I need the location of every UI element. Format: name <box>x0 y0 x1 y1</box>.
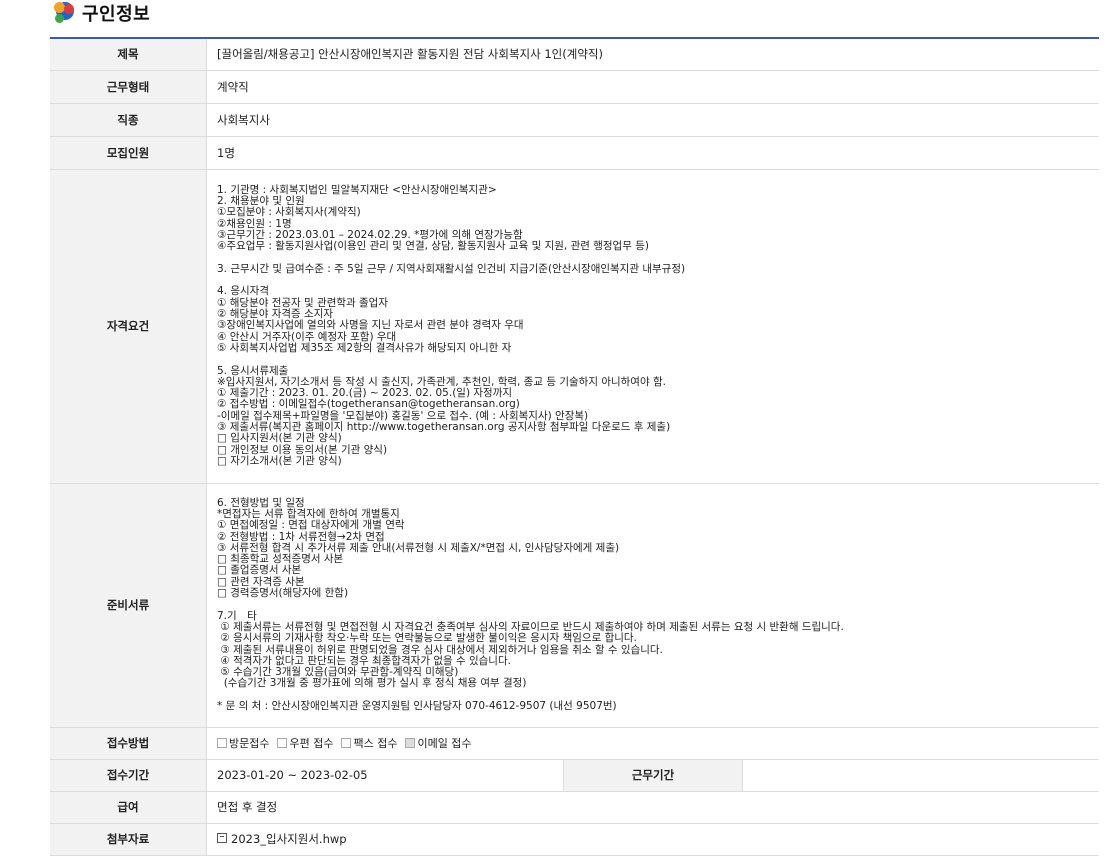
value-job: 사회복지사 <box>206 103 1099 137</box>
attachment-link[interactable]: 2023_입사지원서.hwp <box>231 832 347 846</box>
label-documents: 준비서류 <box>50 483 207 728</box>
section-title: 구인정보 <box>82 4 151 25</box>
row-job: 직종 사회복지사 <box>50 103 1099 137</box>
option-fax-label: 팩스 접수 <box>353 737 398 750</box>
label-period: 접수기간 <box>50 759 207 792</box>
checkbox-fax[interactable] <box>341 738 352 748</box>
label-job: 직종 <box>50 103 207 137</box>
row-documents: 준비서류 6. 전형방법 및 일정 *면접자는 서류 합격자에 한하여 개별통지… <box>50 483 1099 728</box>
row-title: 제목 [끌어올림/채용공고] 안산시장애인복지관 활동지원 전담 사회복지사 1… <box>50 38 1099 71</box>
value-salary: 면접 후 결정 <box>206 791 1099 824</box>
colorful-dots-logo-icon <box>54 2 76 24</box>
row-salary: 급여 면접 후 결정 <box>50 791 1099 824</box>
label-recruits: 모집인원 <box>50 136 207 170</box>
option-mail-label: 우편 접수 <box>289 737 334 750</box>
label-title: 제목 <box>50 38 207 71</box>
checkbox-mail[interactable] <box>277 738 288 748</box>
value-work-period <box>742 759 1099 792</box>
row-employment: 근무형태 계약직 <box>50 70 1099 104</box>
value-recruits: 1명 <box>206 136 1099 170</box>
checkbox-email[interactable] <box>405 738 416 748</box>
row-recruits: 모집인원 1명 <box>50 136 1099 170</box>
checkbox-visit[interactable] <box>217 738 227 748</box>
file-icon <box>217 833 227 843</box>
value-attachment: 2023_입사지원서.hwp <box>206 823 1099 856</box>
value-qualifications: 1. 기관명 : 사회복지법인 밀알복지재단 <안산시장애인복지관> 2. 채용… <box>206 169 1099 484</box>
label-salary: 급여 <box>50 791 207 824</box>
row-method: 접수방법 방문접수 우편 접수 팩스 접수 이메일 접수 <box>50 727 1099 760</box>
label-employment: 근무형태 <box>50 70 207 104</box>
job-info-table: 제목 [끌어올림/채용공고] 안산시장애인복지관 활동지원 전담 사회복지사 1… <box>50 37 1099 856</box>
value-title: [끌어올림/채용공고] 안산시장애인복지관 활동지원 전담 사회복지사 1인(계… <box>206 38 1099 71</box>
row-attachment: 첨부자료 2023_입사지원서.hwp <box>50 823 1099 856</box>
value-documents: 6. 전형방법 및 일정 *면접자는 서류 합격자에 한하여 개별통지 ① 면접… <box>206 483 1099 728</box>
label-attachment: 첨부자료 <box>50 823 207 856</box>
row-period: 접수기간 2023-01-20 ~ 2023-02-05 근무기간 <box>50 759 1099 792</box>
value-period: 2023-01-20 ~ 2023-02-05 <box>206 759 564 792</box>
label-method: 접수방법 <box>50 727 207 760</box>
value-employment: 계약직 <box>206 70 1099 104</box>
value-method: 방문접수 우편 접수 팩스 접수 이메일 접수 <box>206 727 1099 760</box>
section-header: 구인정보 <box>54 0 150 26</box>
row-qualifications: 자격요건 1. 기관명 : 사회복지법인 밀알복지재단 <안산시장애인복지관> … <box>50 169 1099 484</box>
option-email-label: 이메일 접수 <box>417 737 472 750</box>
label-qualifications: 자격요건 <box>50 169 207 484</box>
label-work-period: 근무기간 <box>563 759 743 792</box>
option-visit-label: 방문접수 <box>229 737 270 750</box>
